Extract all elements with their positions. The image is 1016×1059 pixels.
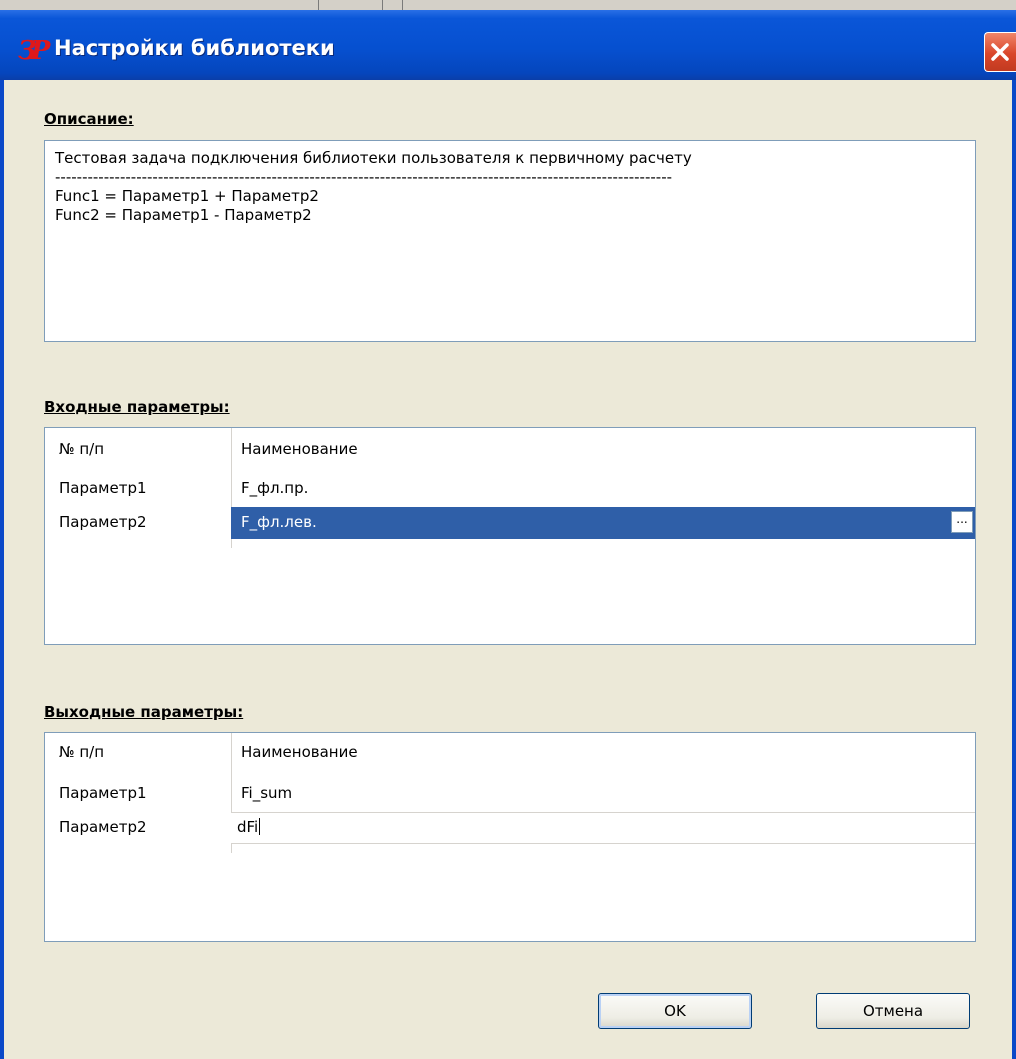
window-title: Настройки библиотеки [54, 36, 335, 60]
param-num-cell: Параметр2 [59, 818, 147, 836]
table-row[interactable]: Параметр1 F_фл.пр. [45, 473, 975, 505]
library-settings-dialog: ЗР Настройки библиотеки Описание: Тестов… [0, 0, 1016, 1059]
window-frame-right [1012, 80, 1016, 1059]
table-row[interactable]: Параметр1 Fi_sum [45, 778, 975, 810]
window-frame-left [0, 80, 4, 1059]
param-name-cell[interactable]: F_фл.пр. [241, 479, 308, 497]
header-num: № п/п [59, 440, 105, 458]
description-textarea[interactable]: Тестовая задача подключения библиотеки п… [44, 140, 976, 342]
output-params-grid[interactable]: № п/п Наименование Параметр1 Fi_sum Пара… [44, 732, 976, 942]
app-logo-icon: ЗР [18, 36, 50, 66]
title-bar[interactable]: ЗР Настройки библиотеки [0, 10, 1016, 80]
param-num-cell: Параметр1 [59, 479, 147, 497]
param-num-cell: Параметр2 [59, 513, 147, 531]
input-params-grid[interactable]: № п/п Наименование Параметр1 F_фл.пр. Па… [44, 427, 976, 645]
description-line: Func1 = Параметр1 + Параметр2 [55, 187, 319, 205]
input-params-label: Входные параметры: [44, 398, 230, 416]
output-params-label: Выходные параметры: [44, 703, 244, 721]
browse-ellipsis-button[interactable]: ... [951, 511, 973, 533]
header-num: № п/п [59, 743, 105, 761]
grid-header-row: № п/п Наименование [45, 434, 975, 466]
param-name-cell[interactable]: Fi_sum [241, 784, 292, 802]
cancel-button[interactable]: Отмена [816, 993, 970, 1029]
close-icon [991, 43, 1009, 61]
ok-button[interactable]: OK [598, 993, 752, 1029]
grid-header-row: № п/п Наименование [45, 737, 975, 769]
background-strip [0, 0, 1016, 10]
description-label: Описание: [44, 110, 134, 128]
selected-name-cell[interactable]: F_фл.лев. ... [231, 507, 975, 539]
description-line: Тестовая задача подключения библиотеки п… [55, 149, 692, 167]
table-row-editing[interactable]: Параметр2 dFi [45, 812, 975, 844]
param-name-editor[interactable]: dFi [231, 812, 975, 844]
close-button[interactable] [984, 32, 1016, 72]
header-name: Наименование [241, 743, 358, 761]
param-name-cell: F_фл.лев. [241, 513, 317, 531]
description-separator: ----------------------------------------… [55, 168, 673, 186]
table-row-selected[interactable]: Параметр2 F_фл.лев. ... [45, 507, 975, 539]
param-name-input-value: dFi [237, 818, 259, 836]
text-caret [259, 818, 261, 835]
description-line: Func2 = Параметр1 - Параметр2 [55, 206, 312, 224]
header-name: Наименование [241, 440, 358, 458]
param-num-cell: Параметр1 [59, 784, 147, 802]
